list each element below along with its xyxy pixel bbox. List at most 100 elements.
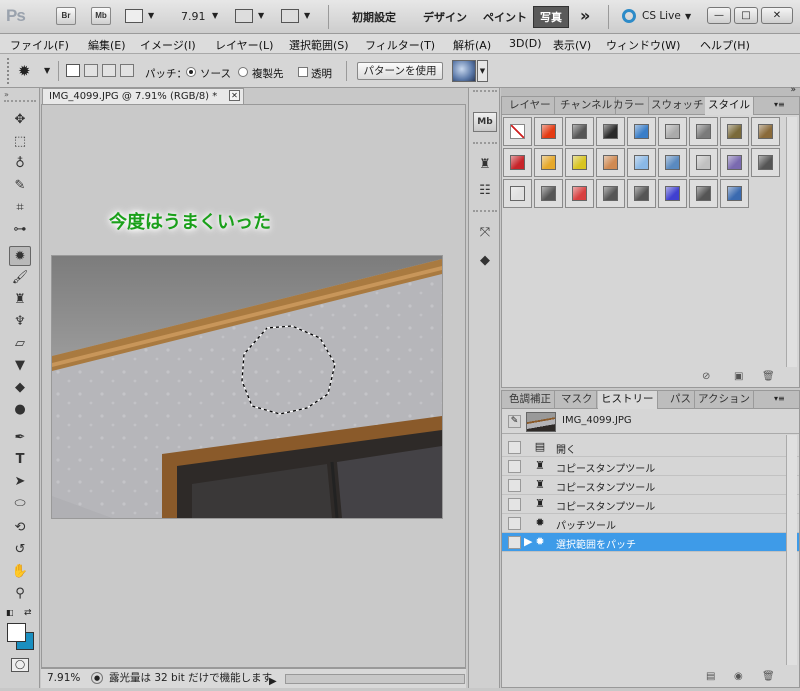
type-tool-icon[interactable]: T	[9, 450, 31, 470]
quick-selection-tool-icon[interactable]: ✎	[9, 176, 31, 196]
style-swatch[interactable]	[534, 179, 563, 208]
tab-styles[interactable]: スタイル	[705, 97, 754, 115]
zoom-percent[interactable]: 7.91%	[47, 669, 80, 688]
screen-mode-icon[interactable]	[281, 9, 299, 23]
dodge-tool-icon[interactable]: ●	[9, 400, 31, 420]
document-tab[interactable]: IMG_4099.JPG @ 7.91% (RGB/8) * ✕	[42, 88, 244, 104]
brush-tool-icon[interactable]: 🖌	[9, 268, 31, 288]
style-swatch[interactable]	[534, 148, 563, 177]
history-source-checkbox[interactable]	[508, 536, 521, 549]
tab-color[interactable]: カラー	[610, 97, 649, 115]
style-swatch[interactable]	[658, 179, 687, 208]
3d-orbit-tool-icon[interactable]: ↺	[9, 540, 31, 560]
style-swatch[interactable]	[720, 148, 749, 177]
add-selection-icon[interactable]	[84, 64, 98, 77]
clone-stamp-tool-icon[interactable]: ♜	[9, 290, 31, 310]
source-radio[interactable]	[186, 67, 196, 77]
history-brush-tool-icon[interactable]: ♆	[9, 312, 31, 332]
view-extras-dropdown-icon[interactable]: ▼	[148, 11, 154, 20]
history-brush-source-icon[interactable]: ✎	[508, 415, 521, 428]
history-source-checkbox[interactable]	[508, 460, 521, 473]
history-item[interactable]: ✹ パッチツール	[502, 514, 799, 533]
eraser-tool-icon[interactable]: ▱	[9, 334, 31, 354]
history-item[interactable]: ♜ コピースタンプツール	[502, 457, 799, 476]
use-pattern-button[interactable]: パターンを使用	[357, 62, 443, 80]
path-selection-tool-icon[interactable]: ➤	[9, 472, 31, 492]
patch-tool-preset-icon[interactable]: ✹	[18, 62, 31, 80]
new-selection-icon[interactable]	[66, 64, 80, 77]
3d-tools-panel-icon[interactable]: ◆	[473, 250, 497, 272]
menu-image[interactable]: イメージ(I)	[140, 37, 196, 53]
toolbox-grip[interactable]	[4, 100, 36, 102]
history-snapshot-row[interactable]: ✎ IMG_4099.JPG	[502, 410, 799, 434]
subtract-selection-icon[interactable]	[102, 64, 116, 77]
dock-grip[interactable]	[473, 90, 497, 92]
tab-layers[interactable]: レイヤー	[506, 97, 555, 115]
preset-dropdown-icon[interactable]: ▼	[44, 66, 50, 75]
history-source-checkbox[interactable]	[508, 498, 521, 511]
menu-help[interactable]: ヘルプ(H)	[700, 37, 750, 53]
style-swatch[interactable]	[596, 117, 625, 146]
style-swatch[interactable]	[596, 179, 625, 208]
style-swatch[interactable]	[689, 148, 718, 177]
zoom-level[interactable]: 7.91	[181, 10, 206, 23]
delete-state-icon[interactable]: 🗑	[762, 671, 775, 682]
style-swatch[interactable]	[565, 179, 594, 208]
history-item[interactable]: ▶ ✹ 選択範囲をパッチ	[502, 533, 799, 552]
3d-rotate-tool-icon[interactable]: ⟲	[9, 518, 31, 538]
arrange-documents-icon[interactable]	[235, 9, 253, 23]
quick-mask-icon[interactable]: ◯	[11, 658, 29, 672]
patch-tool-icon[interactable]: ✹	[9, 246, 31, 266]
panel-menu-icon[interactable]: ▾≡	[774, 394, 785, 403]
history-source-checkbox[interactable]	[508, 479, 521, 492]
menu-select[interactable]: 選択範囲(S)	[289, 37, 349, 53]
shape-tool-icon[interactable]: ⬭	[9, 494, 31, 514]
new-snapshot-icon[interactable]: ◉	[734, 671, 743, 682]
clear-style-icon[interactable]: ⊘	[702, 371, 710, 382]
tab-channels[interactable]: チャンネル	[557, 97, 617, 115]
style-swatch[interactable]	[720, 179, 749, 208]
hand-tool-icon[interactable]: ✋	[9, 562, 31, 582]
maximize-button[interactable]: □	[734, 7, 758, 24]
close-document-icon[interactable]: ✕	[229, 90, 240, 101]
menu-view[interactable]: 表示(V)	[553, 37, 591, 53]
new-document-from-state-icon[interactable]: ▤	[706, 671, 715, 682]
history-item[interactable]: ♜ コピースタンプツール	[502, 495, 799, 514]
style-swatch[interactable]	[627, 179, 656, 208]
intersect-selection-icon[interactable]	[120, 64, 134, 77]
more-workspaces-icon[interactable]: »	[580, 6, 590, 25]
minimize-button[interactable]: —	[707, 7, 731, 24]
default-colors-icon[interactable]: ◧	[6, 608, 14, 617]
cs-live-button[interactable]: CS Live	[642, 10, 681, 22]
style-swatch[interactable]	[627, 117, 656, 146]
menu-file[interactable]: ファイル(F)	[10, 37, 69, 53]
mini-bridge-panel-icon[interactable]: Mb	[473, 112, 497, 132]
menu-window[interactable]: ウィンドウ(W)	[606, 37, 680, 53]
history-item[interactable]: ♜ コピースタンプツール	[502, 476, 799, 495]
eyedropper-tool-icon[interactable]: ⊶	[9, 220, 31, 240]
collapse-icon[interactable]: »	[4, 90, 9, 99]
filmstrip-icon[interactable]	[125, 9, 143, 23]
menu-3d[interactable]: 3D(D)	[509, 37, 542, 50]
swap-colors-icon[interactable]: ⇄	[24, 608, 32, 618]
workspace-design[interactable]: デザイン	[423, 9, 467, 25]
clone-source-panel-icon[interactable]: ♜	[473, 154, 497, 176]
transparent-checkbox[interactable]	[298, 67, 308, 77]
style-swatch[interactable]	[503, 179, 532, 208]
collapse-panels-icon[interactable]: »	[790, 85, 796, 95]
cs-live-dropdown-icon[interactable]: ▼	[685, 12, 691, 21]
tab-history[interactable]: ヒストリー	[598, 391, 658, 409]
workspace-essentials[interactable]: 初期設定	[352, 9, 396, 25]
tab-swatches[interactable]: スウォッチ	[648, 97, 708, 115]
crop-tool-icon[interactable]: ⌗	[9, 198, 31, 218]
history-source-checkbox[interactable]	[508, 441, 521, 454]
history-source-checkbox[interactable]	[508, 517, 521, 530]
menu-layer[interactable]: レイヤー(L)	[215, 37, 273, 53]
tab-paths[interactable]: パス	[667, 391, 695, 409]
delete-style-icon[interactable]: 🗑	[762, 371, 775, 382]
history-scrollbar[interactable]	[786, 435, 797, 665]
style-swatch[interactable]	[720, 117, 749, 146]
close-window-button[interactable]: ✕	[761, 7, 793, 24]
history-item[interactable]: ▤ 開く	[502, 438, 799, 457]
cs-live-icon[interactable]	[622, 9, 636, 23]
